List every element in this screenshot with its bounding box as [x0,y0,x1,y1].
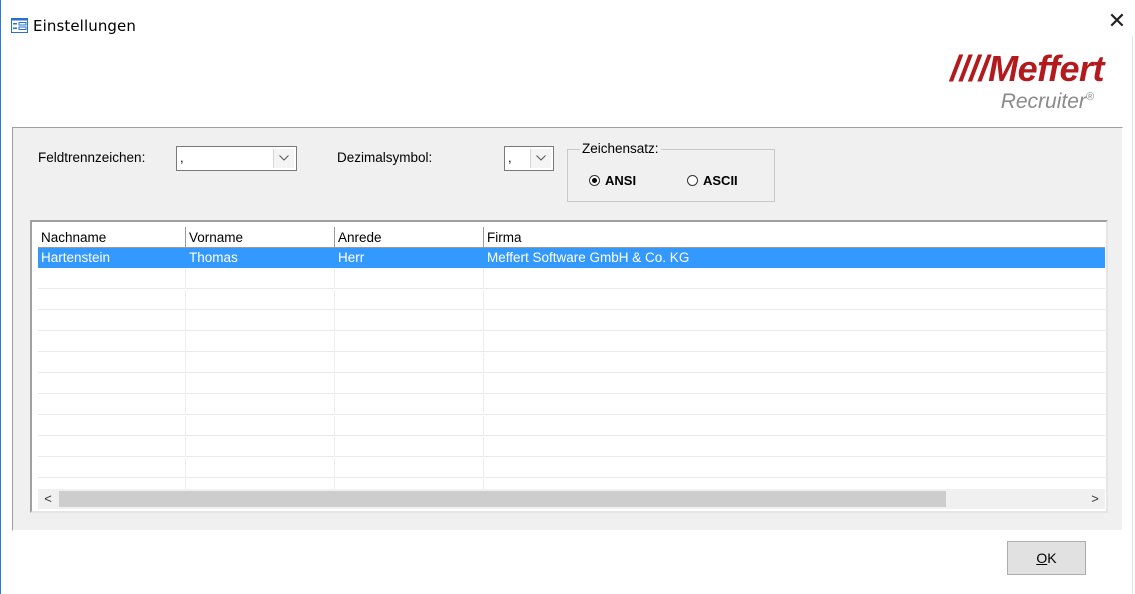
table-cell [484,332,1105,352]
cell-vorname: Thomas [186,248,335,268]
scroll-right-icon[interactable]: > [1085,489,1105,509]
table-cell [38,374,186,394]
field-separator-combo[interactable]: , [176,146,297,171]
table-cell [484,395,1105,415]
ok-rest: K [1047,550,1057,566]
charset-ansi-label: ANSI [605,173,637,188]
table-cell [186,395,335,415]
contacts-table[interactable]: Nachname Vorname Anrede Firma Hartenstei… [30,220,1108,513]
charset-group-title: Zeichensatz: [580,141,661,156]
ok-accel: O [1036,550,1048,566]
table-cell [335,353,484,373]
table-cell [186,437,335,457]
table-cell [484,437,1105,457]
logo-product: Recruiter® [1001,90,1094,114]
title-bar: Einstellungen ✕ [1,0,1135,36]
table-row[interactable] [38,437,1105,457]
table-cell [186,332,335,352]
table-row[interactable] [38,395,1105,415]
table-row[interactable] [38,311,1105,331]
meffert-logo: ////Meffert Recruiter® [936,48,1116,118]
table-cell [186,311,335,331]
column-header-firma[interactable]: Firma [484,227,1105,247]
cell-nachname: Hartenstein [38,248,186,268]
table-cell [38,416,186,436]
column-header-anrede[interactable]: Anrede [335,227,484,247]
logo-product-text: Recruiter [1000,90,1086,113]
table-row[interactable] [38,374,1105,394]
ok-button[interactable]: OK [1007,541,1086,575]
table-cell [38,332,186,352]
logo-brand: ////Meffert [950,48,1104,89]
cell-firma: Meffert Software GmbH & Co. KG [487,250,690,265]
charset-ansi-radio[interactable]: ANSI [589,173,636,188]
decimal-symbol-combo[interactable]: , [504,146,554,171]
table-cell [186,353,335,373]
table-cell [335,332,484,352]
decimal-symbol-label: Dezimalsymbol: [337,150,433,165]
logo-reg-mark: ® [1085,91,1094,103]
table-cell [186,458,335,478]
table-cell [186,374,335,394]
table-cell [335,395,484,415]
table-cell [38,437,186,457]
form-icon [11,18,28,33]
column-header-nachname[interactable]: Nachname [38,227,186,247]
close-icon[interactable]: ✕ [1105,10,1129,34]
table-cell [484,374,1105,394]
table-cell [335,416,484,436]
table-cell [484,290,1105,310]
table-cell [38,311,186,331]
table-cell [38,290,186,310]
table-cell [335,269,484,289]
radio-selected-icon[interactable] [589,175,600,186]
table-cell [335,290,484,310]
column-header-vorname[interactable]: Vorname [186,227,335,247]
table-cell [335,458,484,478]
field-separator-label: Feldtrennzeichen: [38,150,146,165]
table-cell [186,269,335,289]
chevron-down-icon[interactable] [530,149,551,168]
table-row[interactable] [38,416,1105,436]
charset-ascii-label: ASCII [703,173,738,188]
decimal-symbol-value: , [508,150,512,165]
table-cell [484,458,1105,478]
table-cell [186,416,335,436]
table-cell [38,395,186,415]
table-cell [186,290,335,310]
table-row[interactable] [38,290,1105,310]
table-cell [484,353,1105,373]
radio-unselected-icon[interactable] [687,175,698,186]
table-header: Nachname Vorname Anrede Firma [38,227,1105,248]
horizontal-scrollbar[interactable]: < > [38,489,1105,509]
table-row[interactable] [38,458,1105,478]
table-row[interactable] [38,269,1105,289]
settings-window: Einstellungen ✕ ////Meffert Recruiter® F… [0,0,1135,594]
table-cell [335,437,484,457]
field-separator-value: , [180,150,184,165]
table-cell [38,458,186,478]
table-cell [484,311,1105,331]
table-cell [484,269,1105,289]
table-cell [38,353,186,373]
cell-anrede: Herr [335,248,484,268]
chevron-down-icon[interactable] [273,149,294,168]
table-cell [335,374,484,394]
table-cell [335,311,484,331]
table-row[interactable] [38,353,1105,373]
table-cell [484,416,1105,436]
scrollbar-thumb[interactable] [59,491,946,507]
table-row[interactable] [38,332,1105,352]
scroll-left-icon[interactable]: < [38,489,58,509]
charset-ascii-radio[interactable]: ASCII [687,173,738,188]
window-title: Einstellungen [33,17,136,35]
table-row[interactable]: Hartenstein Thomas Herr Meffert Software… [38,248,1105,268]
table-cell [38,269,186,289]
